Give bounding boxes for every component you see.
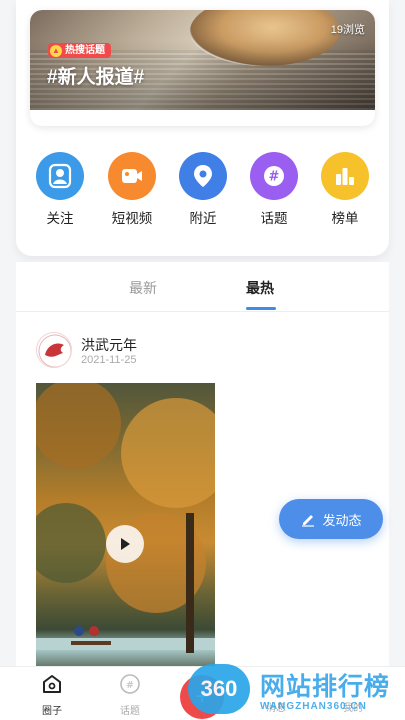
topic-banner[interactable]: ▲ 热搜话题 #新人报道# 19浏览	[30, 10, 375, 126]
user-follow-icon	[36, 152, 84, 200]
feed-tabs: 最新 最热	[16, 262, 389, 312]
app-screen: ▲ 热搜话题 #新人报道# 19浏览 关注 短视频 附近 # 话题 榜单 最新 …	[0, 0, 405, 720]
home-icon	[43, 675, 61, 693]
pencil-icon	[302, 515, 315, 527]
watermark-360-logo: 360	[188, 664, 250, 714]
category-ranking[interactable]: 榜单	[315, 152, 375, 227]
view-count: 19浏览	[330, 24, 365, 36]
location-pin-icon	[179, 152, 227, 200]
post-author[interactable]: 洪武元年	[81, 335, 137, 355]
category-topic[interactable]: # 话题	[244, 152, 304, 227]
category-label: 附近	[189, 211, 217, 226]
category-label: 短视频	[111, 211, 153, 226]
category-short-video[interactable]: 短视频	[102, 152, 162, 227]
category-nearby[interactable]: 附近	[173, 152, 233, 227]
banner-title: #新人报道#	[47, 67, 145, 88]
svg-text:#: #	[269, 170, 280, 185]
video-camera-icon	[108, 152, 156, 200]
category-row: 关注 短视频 附近 # 话题 榜单	[16, 152, 389, 232]
bar-chart-icon	[321, 152, 369, 200]
category-label: 关注	[46, 211, 74, 226]
watermark-url: WANGZHAN360.CN	[260, 701, 367, 712]
watermark-text: 网站排行榜	[260, 673, 391, 701]
category-label: 话题	[260, 211, 288, 226]
category-label: 榜单	[331, 211, 359, 226]
post-video-thumbnail[interactable]	[36, 383, 215, 673]
tab-hot[interactable]: 最热	[246, 278, 274, 298]
fire-icon: ▲	[50, 44, 62, 57]
active-tab-indicator	[246, 307, 276, 310]
compose-label: 发动态	[322, 512, 362, 528]
avatar[interactable]	[36, 332, 72, 368]
banner-image: ▲ 热搜话题 #新人报道# 19浏览	[30, 10, 375, 110]
hot-topic-badge: ▲ 热搜话题	[48, 43, 111, 58]
nav-circle[interactable]: 圈子	[32, 673, 72, 717]
top-card: ▲ 热搜话题 #新人报道# 19浏览 关注 短视频 附近 # 话题 榜单	[16, 0, 389, 256]
post-date: 2021-11-25	[81, 354, 137, 366]
hashtag-icon: #	[250, 152, 298, 200]
hot-topic-label: 热搜话题	[65, 45, 105, 56]
compose-post-button[interactable]: 发动态	[279, 499, 383, 539]
nav-label: 圈子	[42, 706, 62, 717]
svg-text:#: #	[126, 680, 134, 691]
play-button[interactable]	[106, 525, 144, 563]
tab-latest[interactable]: 最新	[129, 278, 157, 298]
banner-overlay	[30, 10, 375, 110]
hashtag-icon: #	[120, 674, 140, 694]
nav-label: 话题	[120, 706, 140, 717]
nav-topic[interactable]: # 话题	[110, 673, 150, 717]
category-follow[interactable]: 关注	[30, 152, 90, 227]
